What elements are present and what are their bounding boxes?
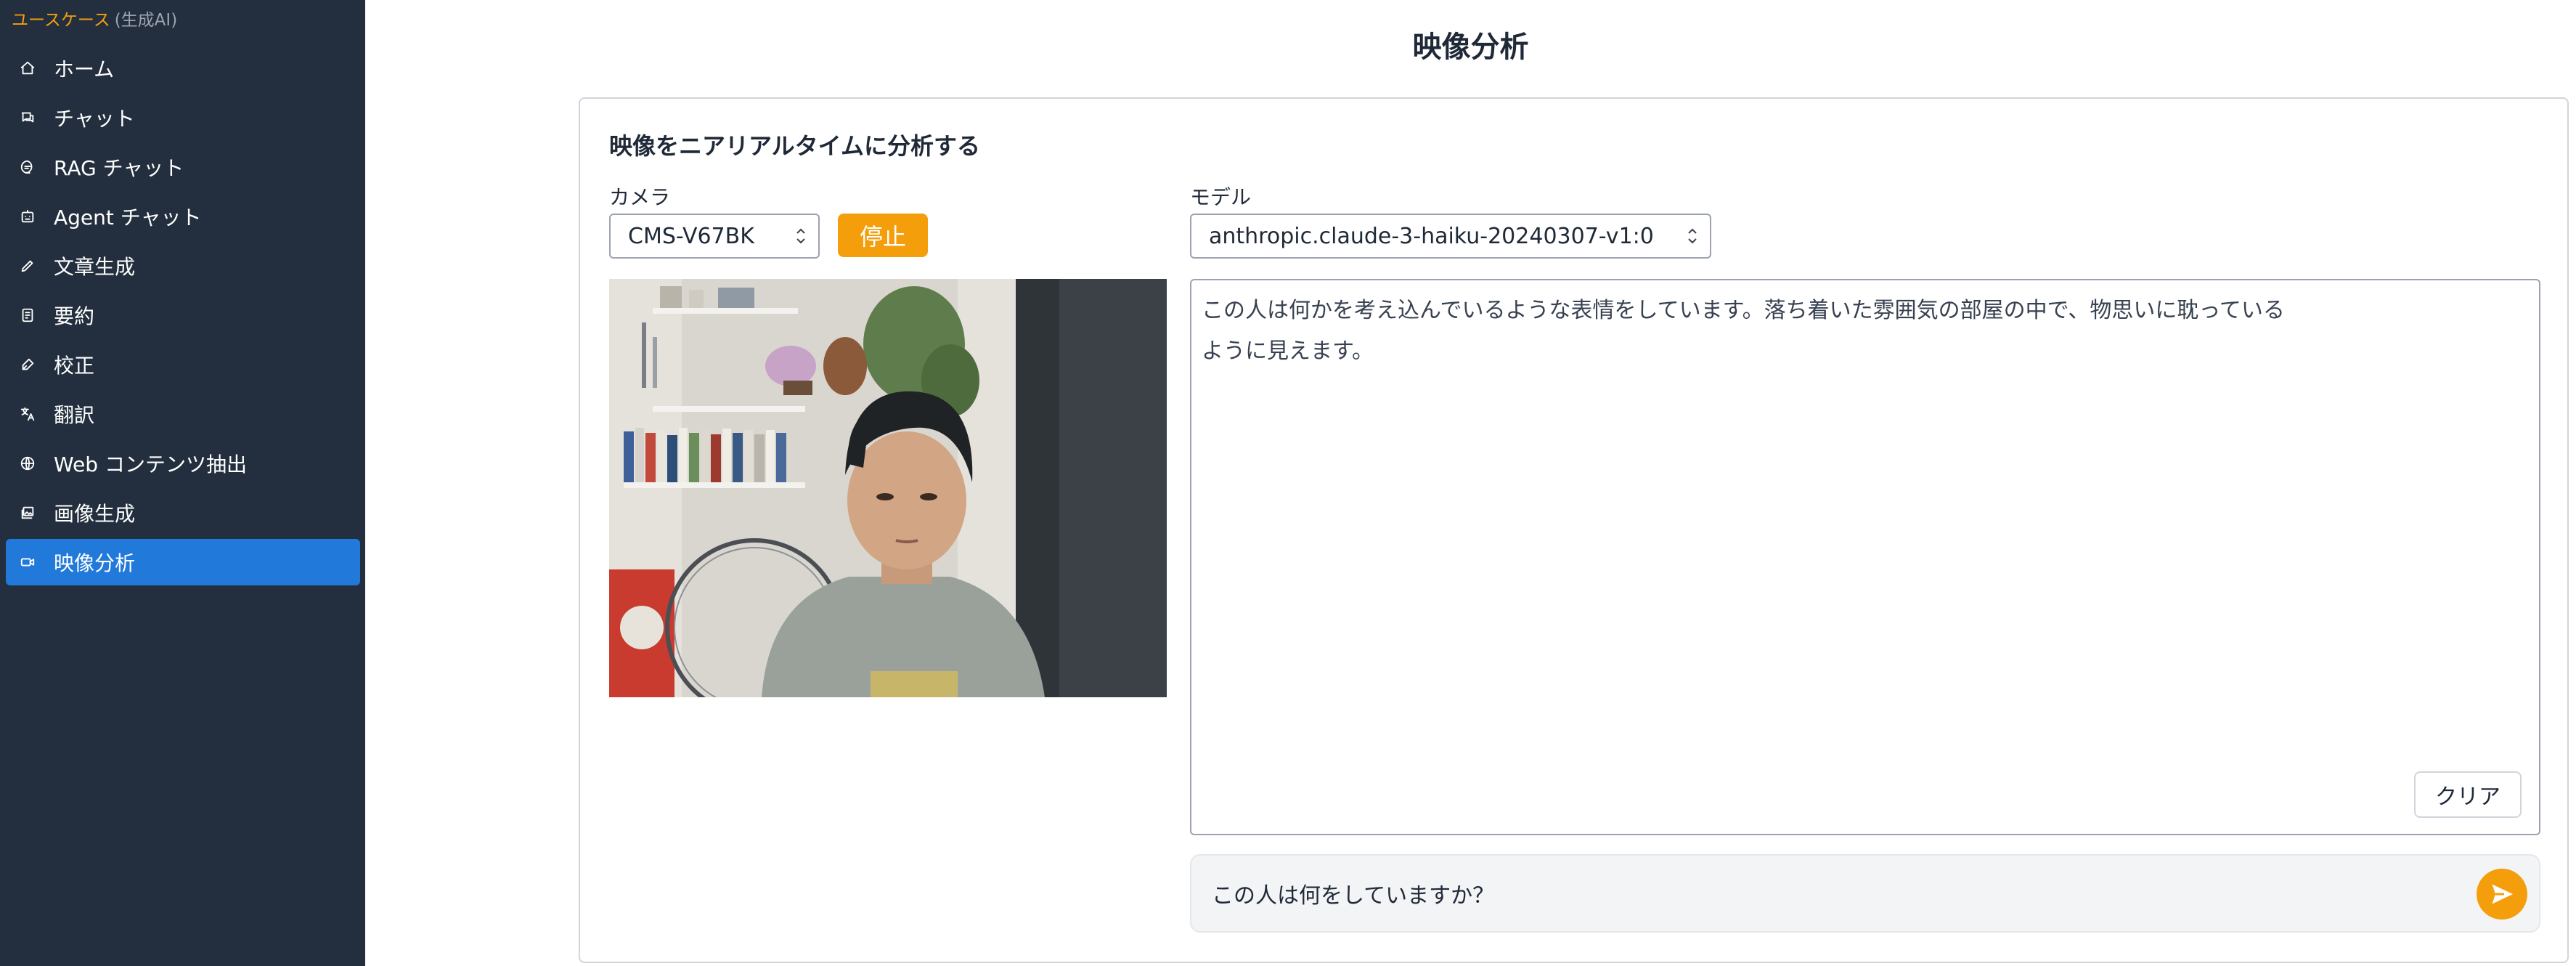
sidebar-item-label: 映像分析 <box>54 551 136 575</box>
sidebar-header-title: ユースケース <box>12 11 110 30</box>
analysis-output: この人は何かを考え込んでいるような表情をしています。落ち着いた雰囲気の部屋の中で… <box>1190 279 2540 835</box>
sidebar-item-text-generation[interactable]: 文章生成 <box>6 243 360 289</box>
chevron-updown-icon <box>795 225 807 247</box>
sidebar-item-label: 校正 <box>54 354 95 378</box>
sidebar-item-label: Agent チャット <box>54 206 202 230</box>
sidebar-item-label: ホーム <box>54 57 115 81</box>
camera-feed <box>609 279 1167 697</box>
sidebar-item-label: チャット <box>54 107 135 131</box>
sidebar-item-label: 文章生成 <box>54 255 136 279</box>
sidebar-item-video-analysis[interactable]: 映像分析 <box>6 539 360 585</box>
chevron-updown-icon <box>1687 225 1698 247</box>
sidebar-item-label: Web コンテンツ抽出 <box>54 452 247 476</box>
summary-icon <box>19 307 36 324</box>
sidebar-item-label: RAG チャット <box>54 156 184 180</box>
sidebar-item-home[interactable]: ホーム <box>6 45 360 92</box>
image-icon <box>19 504 36 521</box>
sidebar-item-agent-chat[interactable]: Agent チャット <box>6 193 360 240</box>
sidebar: ユースケース (生成AI) ホーム チャット RAG チャット Agent チャッ… <box>0 0 365 966</box>
sidebar-item-summarize[interactable]: 要約 <box>6 292 360 338</box>
model-label: モデル <box>1190 185 1252 209</box>
rag-chat-icon <box>19 158 36 176</box>
sidebar-header: ユースケース (生成AI) <box>12 7 177 33</box>
proofread-icon <box>19 356 36 373</box>
clear-button[interactable]: クリア <box>2414 771 2522 818</box>
sidebar-header-subtitle: (生成AI) <box>114 11 178 30</box>
camera-label: カメラ <box>609 185 671 209</box>
sidebar-item-rag-chat[interactable]: RAG チャット <box>6 144 360 190</box>
pencil-icon <box>19 257 36 275</box>
send-button[interactable] <box>2477 869 2527 920</box>
model-select[interactable]: anthropic.claude-3-haiku-20240307-v1:0 <box>1190 214 1711 259</box>
camera-feed-image <box>609 279 1167 697</box>
agent-icon <box>19 208 36 225</box>
sidebar-item-chat[interactable]: チャット <box>6 94 360 141</box>
video-analysis-card: 映像をニアリアルタイムに分析する カメラ CMS-V67BK 停止 モデル an… <box>579 97 2569 963</box>
camera-select[interactable]: CMS-V67BK <box>609 214 820 259</box>
home-icon <box>19 60 36 77</box>
analysis-output-text: この人は何かを考え込んでいるような表情をしています。落ち着いた雰囲気の部屋の中で… <box>1202 298 2285 364</box>
prompt-input[interactable] <box>1212 872 2446 915</box>
page-title: 映像分析 <box>1412 31 1529 64</box>
translate-icon <box>19 405 36 423</box>
sidebar-item-label: 要約 <box>54 304 95 328</box>
sidebar-item-translate[interactable]: 翻訳 <box>6 391 360 437</box>
card-title: 映像をニアリアルタイムに分析する <box>609 132 981 160</box>
sidebar-item-web-extract[interactable]: Web コンテンツ抽出 <box>6 440 360 487</box>
sidebar-nav: ホーム チャット RAG チャット Agent チャット 文章生成 要約 校正 <box>6 45 360 588</box>
send-icon <box>2492 884 2513 904</box>
stop-button[interactable]: 停止 <box>838 214 928 257</box>
chat-icon <box>19 109 36 126</box>
prompt-input-bar <box>1190 854 2540 933</box>
sidebar-item-image-generation[interactable]: 画像生成 <box>6 490 360 536</box>
sidebar-item-proofread[interactable]: 校正 <box>6 341 360 388</box>
sidebar-item-label: 翻訳 <box>54 403 95 427</box>
model-select-value: anthropic.claude-3-haiku-20240307-v1:0 <box>1209 223 1654 249</box>
video-icon <box>19 553 36 571</box>
camera-select-value: CMS-V67BK <box>628 223 754 249</box>
sidebar-item-label: 画像生成 <box>54 502 136 526</box>
globe-icon <box>19 455 36 472</box>
